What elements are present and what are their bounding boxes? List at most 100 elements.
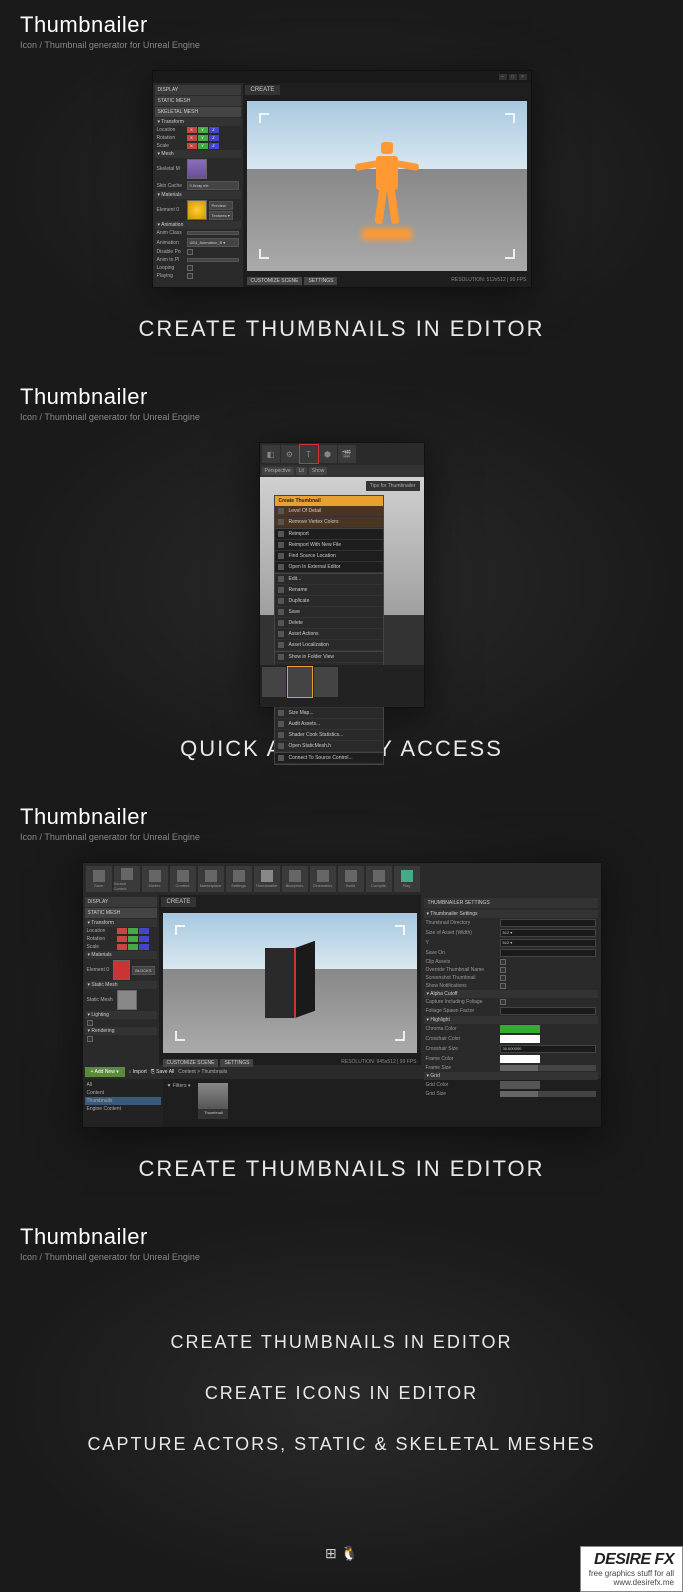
toolbar-play-button[interactable]: Play [394, 866, 420, 892]
asset-thumbnail-selected[interactable] [288, 667, 312, 697]
viewport-area[interactable]: Tips for Thumbnailer Create Thumbnail Le… [260, 477, 424, 707]
scale-xyz[interactable]: XYZ [187, 143, 219, 149]
animation-dropdown[interactable]: UE4_Animation_B ▾ [187, 238, 239, 247]
section-mesh[interactable]: ▾ Mesh [155, 150, 241, 158]
viewport-canvas[interactable] [163, 913, 417, 1053]
tree-item[interactable]: All [85, 1081, 161, 1089]
save-all-button[interactable]: ⎘ Save All [151, 1069, 174, 1075]
toolbar-thumbnailer-button[interactable]: Thumbnailer [254, 866, 280, 892]
filters-dropdown[interactable]: ▼ Filters ▾ [167, 1083, 191, 1123]
toolbar-settings-button[interactable]: Settings [226, 866, 252, 892]
toolbar-content-button[interactable]: Content [170, 866, 196, 892]
ctx-create-thumbnail[interactable]: Create Thumbnail [275, 496, 383, 506]
toolbar-build-button[interactable]: Build [338, 866, 364, 892]
ctx-item[interactable]: Reimport [275, 529, 383, 540]
mode-static[interactable]: STATIC MESH [85, 908, 157, 918]
toolbar-compile-button[interactable]: Compile [366, 866, 392, 892]
asset-thumbnail[interactable] [262, 667, 286, 697]
animclass-dropdown[interactable] [187, 231, 239, 235]
ctx-item[interactable]: Size Map... [275, 708, 383, 719]
settings-button[interactable]: SETTINGS [304, 277, 337, 285]
display-tab[interactable]: DISPLAY [85, 897, 157, 907]
ctx-item[interactable]: Level Of Detail [275, 506, 383, 517]
add-new-button[interactable]: + Add New ▾ [85, 1067, 125, 1077]
rotation-xyz[interactable] [117, 936, 149, 942]
display-tab[interactable]: DISPLAY [155, 85, 241, 95]
ctx-item[interactable]: Remove Vertex Colors [275, 517, 383, 528]
section-alpha[interactable]: ▾ Alpha Cutoff [424, 990, 598, 998]
sizex-dropdown[interactable]: 512 ▾ [500, 929, 596, 937]
create-tab[interactable]: CREATE [161, 897, 197, 907]
grid-size-slider[interactable] [500, 1091, 596, 1097]
section-staticmesh[interactable]: ▾ Static Mesh [85, 981, 157, 989]
toolbar-cinematics-icon[interactable]: 🎬 [338, 445, 356, 463]
material-textures[interactable]: Textures ▾ [209, 211, 233, 220]
skincache-value[interactable]: 0 Array ele [187, 181, 239, 190]
window-maximize-icon[interactable]: □ [509, 74, 517, 80]
import-button[interactable]: ↓ Import [129, 1069, 147, 1075]
ctx-item[interactable]: Show in Folder View [275, 652, 383, 663]
toolbar-modes-button[interactable]: Modes [142, 866, 168, 892]
toolbar-thumbnailer-icon[interactable]: T [300, 445, 318, 463]
section-transform[interactable]: ▾ Transform [85, 919, 157, 927]
location-xyz[interactable] [117, 928, 149, 934]
foliage-field[interactable] [500, 1007, 596, 1015]
ctx-item[interactable]: Edit... [275, 574, 383, 585]
frame-color-swatch[interactable] [500, 1055, 540, 1063]
breadcrumb[interactable]: Content > Thumbnails [178, 1069, 227, 1075]
crosshair-color-swatch[interactable] [500, 1035, 540, 1043]
ctx-item[interactable]: Open In External Editor [275, 562, 383, 573]
toolbar-settings-icon[interactable]: ⚙ [281, 445, 299, 463]
section-lighting[interactable]: ▾ Lighting [85, 1011, 157, 1019]
looping-checkbox[interactable] [187, 265, 193, 271]
window-close-icon[interactable]: × [519, 74, 527, 80]
frame-size-slider[interactable] [500, 1065, 596, 1071]
section-rendering[interactable]: ▾ Rendering [85, 1027, 157, 1035]
ctx-item[interactable]: Audit Assets... [275, 719, 383, 730]
section-materials[interactable]: ▾ Materials [85, 951, 157, 959]
staticmesh-thumbnail[interactable] [117, 990, 137, 1010]
ctx-item[interactable]: Asset Localization [275, 640, 383, 651]
ctx-item[interactable]: Save [275, 607, 383, 618]
ctx-item[interactable]: Open StaticMesh.h [275, 741, 383, 752]
window-minimize-icon[interactable]: – [499, 74, 507, 80]
ctx-item[interactable]: Shader Cook Statistics... [275, 730, 383, 741]
toolbar-blueprints-icon[interactable]: ⬢ [319, 445, 337, 463]
ctx-item[interactable]: Find Source Location [275, 551, 383, 562]
material-thumbnail[interactable] [113, 960, 131, 980]
location-xyz[interactable]: XYZ [187, 127, 219, 133]
tree-item-selected[interactable]: Thumbnails [85, 1097, 161, 1105]
tree-item[interactable]: Engine Content [85, 1105, 161, 1113]
crosshair-size-field[interactable]: 30.000000 [500, 1045, 596, 1053]
toolbar-sourcecontrol-button[interactable]: Source Control [114, 866, 140, 892]
ctx-item[interactable]: Connect To Source Control... [275, 753, 383, 764]
rendering-checkbox[interactable] [87, 1036, 93, 1042]
saveon-dropdown[interactable] [500, 949, 596, 957]
savedir-field[interactable] [500, 919, 596, 927]
show-dropdown[interactable]: Show [309, 467, 328, 475]
customize-scene-button[interactable]: CUSTOMIZE SCENE [247, 277, 303, 285]
viewport-canvas[interactable] [247, 101, 527, 271]
toolbar-cinematics-button[interactable]: Cinematics [310, 866, 336, 892]
shownotif-checkbox[interactable] [500, 983, 506, 989]
ctx-item[interactable]: Delete [275, 618, 383, 629]
lit-dropdown[interactable]: Lit [296, 467, 307, 475]
disablepp-checkbox[interactable] [187, 249, 193, 255]
asset-thumbnail[interactable] [314, 667, 338, 697]
material-preview[interactable]: Preview [209, 201, 233, 210]
ctx-item[interactable]: Asset Actions [275, 629, 383, 640]
toolbar-marketplace-icon[interactable]: ◧ [262, 445, 280, 463]
ctx-item[interactable]: Duplicate [275, 596, 383, 607]
tree-item[interactable]: Content [85, 1089, 161, 1097]
section-transform[interactable]: ▾ Transform [155, 118, 241, 126]
ctx-item[interactable]: Reimport With New File [275, 540, 383, 551]
create-tab[interactable]: CREATE [245, 85, 281, 95]
screenshot-checkbox[interactable] [500, 975, 506, 981]
sizey-dropdown[interactable]: 512 ▾ [500, 939, 596, 947]
perspective-dropdown[interactable]: Perspective [262, 467, 294, 475]
toolbar-save-button[interactable]: Save [86, 866, 112, 892]
material-thumbnail[interactable] [187, 200, 207, 220]
chroma-color-swatch[interactable] [500, 1025, 540, 1033]
toolbar-blueprints-button[interactable]: Blueprints [282, 866, 308, 892]
section-materials[interactable]: ▾ Materials [155, 191, 241, 199]
